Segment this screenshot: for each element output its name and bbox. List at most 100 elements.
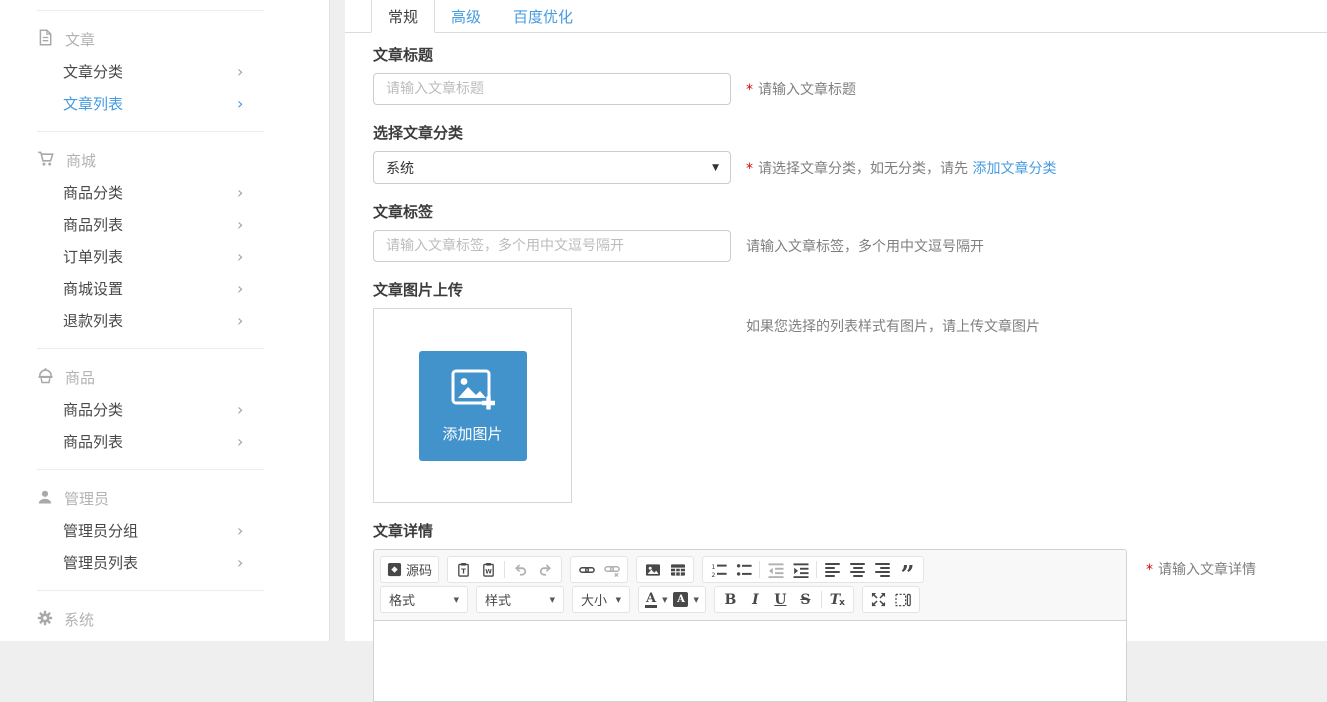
style-dropdown[interactable]: 样式▼ xyxy=(476,586,564,613)
bold-button[interactable]: B xyxy=(718,588,743,611)
tab-bar: 常规高级百度优化 xyxy=(345,0,1327,33)
sidebar-item-3-0[interactable]: 管理员分组› xyxy=(0,515,329,547)
show-blocks-icon xyxy=(895,592,911,608)
table-icon xyxy=(670,562,686,578)
align-right-button[interactable] xyxy=(870,558,895,581)
align-right-icon xyxy=(875,563,890,577)
article-tags-input[interactable] xyxy=(373,230,731,262)
add-image-button[interactable]: 添加图片 xyxy=(419,351,527,461)
underline-button[interactable]: U xyxy=(768,588,793,611)
paste-text-button[interactable]: T xyxy=(451,558,476,581)
sidebar-divider xyxy=(37,590,264,591)
article-tags-note: 请输入文章标签，多个用中文逗号隔开 xyxy=(746,236,984,256)
sidebar: 文章文章分类›文章列表›商城商品分类›商品列表›订单列表›商城设置›退款列表›商… xyxy=(0,0,330,641)
chevron-right-icon: › xyxy=(237,241,243,273)
numbered-list-icon: 12 xyxy=(711,562,727,578)
sidebar-item-1-4[interactable]: 退款列表› xyxy=(0,305,329,337)
editor-button-group: A▼A▼ xyxy=(638,586,706,613)
sidebar-section-header-2: 商品 xyxy=(0,361,329,394)
sidebar-item-3-1[interactable]: 管理员列表› xyxy=(0,547,329,579)
undo-button xyxy=(508,558,533,581)
sidebar-divider xyxy=(37,131,264,132)
paste-word-button[interactable]: W xyxy=(476,558,501,581)
text-color-button[interactable]: A▼ xyxy=(642,588,670,611)
chevron-right-icon: › xyxy=(237,177,243,209)
field-article-detail: 文章详情 源码TW12”格式▼样式▼大小▼A▼A▼BIUSTx *请输入文章详情 xyxy=(373,521,1327,702)
chevron-right-icon: › xyxy=(237,636,243,641)
toolbar-separator xyxy=(504,561,505,578)
underline-icon: U xyxy=(774,592,786,608)
sidebar-item-label: 商品列表 xyxy=(63,216,123,234)
required-asterisk: * xyxy=(1146,562,1153,578)
sidebar-item-1-1[interactable]: 商品列表› xyxy=(0,209,329,241)
bulleted-list-button[interactable] xyxy=(731,558,756,581)
article-tags-label: 文章标签 xyxy=(373,202,1327,222)
tab-1[interactable]: 高级 xyxy=(435,0,497,33)
sidebar-item-0-1[interactable]: 文章列表› xyxy=(0,88,329,120)
editor-button-group: 12 ” xyxy=(702,556,924,583)
sidebar-item-label: 文章列表 xyxy=(63,95,123,113)
indent-button[interactable] xyxy=(788,558,813,581)
article-title-label: 文章标题 xyxy=(373,45,1327,65)
blockquote-icon: ” xyxy=(901,566,915,574)
sidebar-item-1-2[interactable]: 订单列表› xyxy=(0,241,329,273)
sidebar-item-2-1[interactable]: 商品列表› xyxy=(0,426,329,458)
show-blocks-button[interactable] xyxy=(891,588,916,611)
source-button[interactable]: 源码 xyxy=(384,558,435,581)
sidebar-divider xyxy=(37,469,264,470)
article-category-select[interactable]: 系统 ▼ xyxy=(373,151,731,184)
bold-icon: B xyxy=(724,592,736,608)
tab-0[interactable]: 常规 xyxy=(371,0,435,33)
add-category-link[interactable]: 添加文章分类 xyxy=(972,161,1056,177)
editor-toolbar-row: 源码 T W 12 ” xyxy=(380,556,1120,583)
cart-icon xyxy=(37,150,55,171)
sidebar-section-label: 文章 xyxy=(65,29,95,50)
outdent-button xyxy=(763,558,788,581)
svg-text:T: T xyxy=(461,567,466,576)
rich-text-editor: 源码 T W 12 ” 格式 ▼ 样式▼ 大小▼ A▼A▼ BIUS Tx xyxy=(373,549,1127,702)
chevron-right-icon: › xyxy=(237,394,243,426)
strikethrough-icon: S xyxy=(800,592,810,608)
strikethrough-button[interactable]: S xyxy=(793,588,818,611)
format-dropdown-label: 格式 xyxy=(389,590,415,609)
article-title-input[interactable] xyxy=(373,73,731,105)
table-button[interactable] xyxy=(665,558,690,581)
style-dropdown-label: 样式 xyxy=(485,590,511,609)
sidebar-item-1-0[interactable]: 商品分类› xyxy=(0,177,329,209)
svg-text:W: W xyxy=(485,568,492,575)
italic-button[interactable]: I xyxy=(743,588,768,611)
bg-color-button[interactable]: A▼ xyxy=(670,588,701,611)
sidebar-item-2-0[interactable]: 商品分类› xyxy=(0,394,329,426)
caret-down-icon: ▼ xyxy=(454,596,459,604)
unlink-button xyxy=(599,558,624,581)
align-left-button[interactable] xyxy=(820,558,845,581)
editor-content-area[interactable] xyxy=(374,621,1126,701)
link-button[interactable] xyxy=(574,558,599,581)
svg-text:1: 1 xyxy=(711,562,715,570)
editor-button-group: BIUS Tx xyxy=(714,586,854,613)
sidebar-item-label: 退款列表 xyxy=(63,312,123,330)
image-button[interactable] xyxy=(640,558,665,581)
article-title-note: *请输入文章标题 xyxy=(746,79,856,99)
article-image-upload-box[interactable]: 添加图片 xyxy=(373,308,572,503)
indent-icon xyxy=(793,562,809,578)
editor-toolbar-row: 格式 ▼ 样式▼ 大小▼ A▼A▼ BIUS Tx xyxy=(380,586,1120,613)
editor-button-group: 源码 xyxy=(380,556,439,583)
align-center-button[interactable] xyxy=(845,558,870,581)
toolbar-separator xyxy=(759,561,760,578)
sidebar-item-1-3[interactable]: 商城设置› xyxy=(0,273,329,305)
format-dropdown[interactable]: 格式 ▼ xyxy=(380,586,468,613)
sidebar-item-0-0[interactable]: 文章分类› xyxy=(0,56,329,88)
sidebar-section-header-0: 文章 xyxy=(0,23,329,56)
sidebar-item-4-0[interactable]: 基本信息› xyxy=(0,636,329,641)
article-image-note: 如果您选择的列表样式有图片，请上传文章图片 xyxy=(746,316,1040,336)
select-caret-icon: ▼ xyxy=(712,163,719,173)
size-dropdown[interactable]: 大小▼ xyxy=(572,586,630,613)
sidebar-divider xyxy=(37,348,264,349)
blockquote-button[interactable]: ” xyxy=(895,558,920,581)
remove-format-button[interactable]: Tx xyxy=(825,588,850,611)
numbered-list-button[interactable]: 12 xyxy=(706,558,731,581)
maximize-button[interactable] xyxy=(866,588,891,611)
tab-2[interactable]: 百度优化 xyxy=(497,0,589,33)
article-detail-note: *请输入文章详情 xyxy=(1146,559,1256,579)
